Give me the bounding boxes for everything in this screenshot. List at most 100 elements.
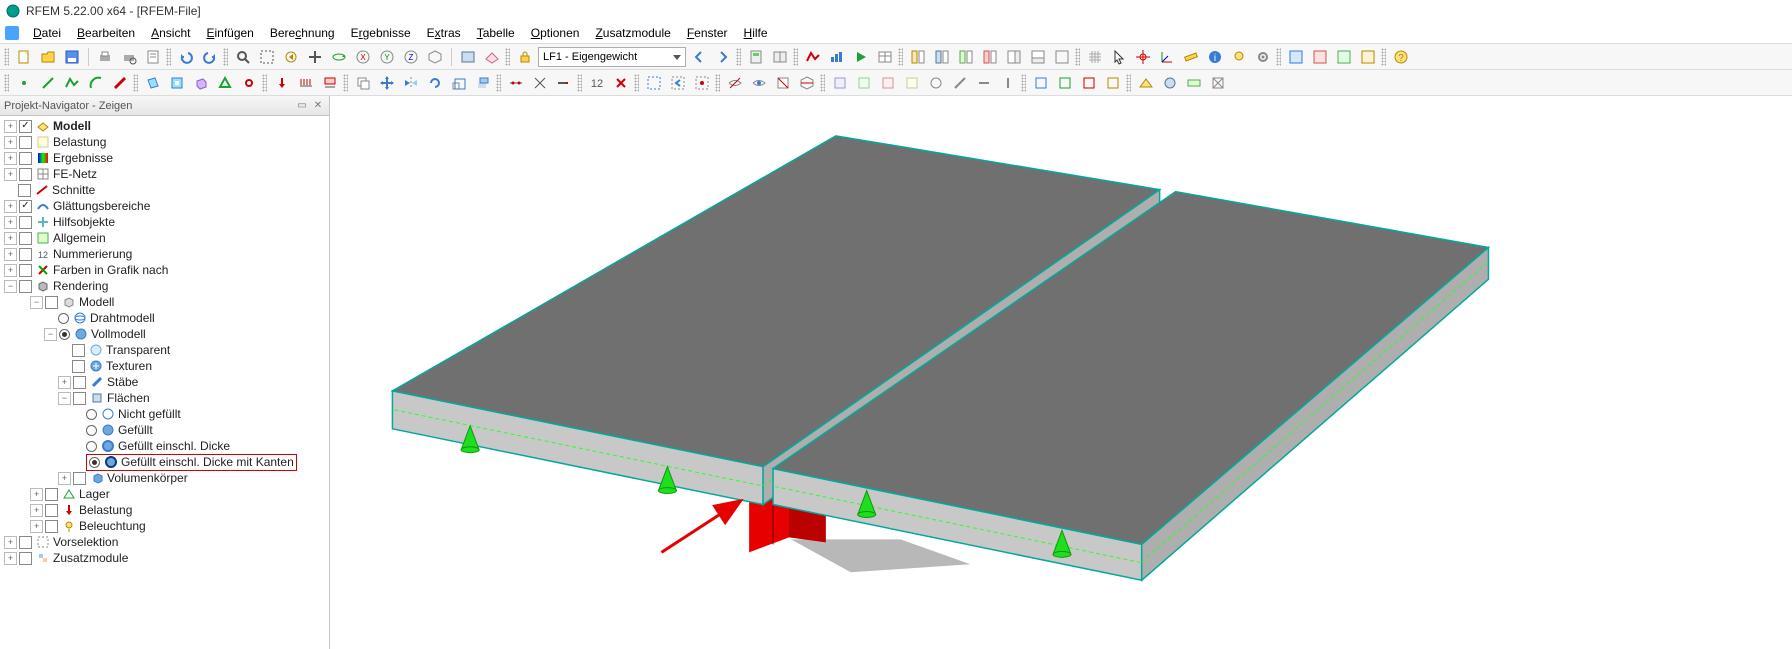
nav-results-icon[interactable] (979, 46, 1001, 68)
tree-beleuchtung[interactable]: +Beleuchtung (0, 518, 329, 534)
view-y-icon[interactable]: Y (376, 46, 398, 68)
tool-p-icon[interactable] (1207, 72, 1229, 94)
hinge-icon[interactable] (238, 72, 260, 94)
extrude-icon[interactable] (472, 72, 494, 94)
support-icon[interactable] (214, 72, 236, 94)
fullscreen-icon[interactable] (1051, 46, 1073, 68)
solid-icon[interactable] (190, 72, 212, 94)
undo-icon[interactable] (175, 46, 197, 68)
navigator-tree[interactable]: +Modell +Belastung +Ergebnisse +FE-Netz … (0, 116, 329, 649)
results-icon[interactable] (802, 46, 824, 68)
grid-icon[interactable] (1084, 46, 1106, 68)
snap-icon[interactable] (1132, 46, 1154, 68)
tree-volumenkoerper[interactable]: +Volumenkörper (0, 470, 329, 486)
light-icon[interactable] (1228, 46, 1250, 68)
tool-c-icon[interactable] (877, 72, 899, 94)
load-line-icon[interactable] (295, 72, 317, 94)
tree-rend-belastung[interactable]: +Belastung (0, 502, 329, 518)
toolbar-grip[interactable] (4, 48, 9, 66)
tree-fenetz[interactable]: +FE-Netz (0, 166, 329, 182)
tree-gefuellt-dicke-kanten[interactable]: Gefüllt einschl. Dicke mit Kanten (0, 454, 329, 470)
tree-lager[interactable]: +Lager (0, 486, 329, 502)
tool-d-icon[interactable] (901, 72, 923, 94)
mod1-icon[interactable] (1285, 46, 1307, 68)
number-icon[interactable]: 12 (586, 72, 608, 94)
report-icon[interactable] (142, 46, 164, 68)
copy-icon[interactable] (352, 72, 374, 94)
menu-datei[interactable]: Datei (26, 24, 68, 42)
surface-icon[interactable] (142, 72, 164, 94)
tree-drahtmodell[interactable]: Drahtmodell (0, 310, 329, 326)
tool-n-icon[interactable] (1159, 72, 1181, 94)
tree-zusatzmodule[interactable]: +Zusatzmodule (0, 550, 329, 566)
info-icon[interactable]: i (1204, 46, 1226, 68)
tool-a-icon[interactable] (829, 72, 851, 94)
menu-berechnung[interactable]: Berechnung (263, 24, 342, 42)
help-icon[interactable]: ? (1390, 46, 1412, 68)
app-menu-icon[interactable] (4, 25, 20, 41)
polyline-icon[interactable] (61, 72, 83, 94)
tree-transparent[interactable]: Transparent (0, 342, 329, 358)
save-view-icon[interactable] (457, 46, 479, 68)
tool-e-icon[interactable] (925, 72, 947, 94)
delete-icon[interactable] (610, 72, 632, 94)
loadcase-next-icon[interactable] (712, 46, 734, 68)
nav-views-icon[interactable] (955, 46, 977, 68)
zoom-window-icon[interactable] (256, 46, 278, 68)
menu-bearbeiten[interactable]: Bearbeiten (70, 24, 142, 42)
loadcase-select[interactable]: LF1 - Eigengewicht (538, 47, 686, 67)
tree-flaechen[interactable]: −Flächen (0, 390, 329, 406)
tool-g-icon[interactable] (973, 72, 995, 94)
sel-all-icon[interactable] (643, 72, 665, 94)
settings-icon[interactable] (1252, 46, 1274, 68)
menu-ergebnisse[interactable]: Ergebnisse (344, 24, 418, 42)
cs-icon[interactable] (1156, 46, 1178, 68)
menu-optionen[interactable]: Optionen (524, 24, 587, 42)
arc-icon[interactable] (85, 72, 107, 94)
tree-nicht-gefuellt[interactable]: Nicht gefüllt (0, 406, 329, 422)
menu-extras[interactable]: Extras (420, 24, 468, 42)
tree-gefuellt[interactable]: Gefüllt (0, 422, 329, 438)
print-preview-icon[interactable] (118, 46, 140, 68)
animation-icon[interactable] (850, 46, 872, 68)
save-icon[interactable] (61, 46, 83, 68)
print-icon[interactable] (94, 46, 116, 68)
pointer-icon[interactable] (1108, 46, 1130, 68)
tool-j-icon[interactable] (1054, 72, 1076, 94)
mirror-icon[interactable] (400, 72, 422, 94)
measure-icon[interactable] (1180, 46, 1202, 68)
tool-f-icon[interactable] (949, 72, 971, 94)
nav-data-icon[interactable] (907, 46, 929, 68)
panel-header[interactable]: Projekt-Navigator - Zeigen ▭ ✕ (0, 96, 329, 116)
pan-icon[interactable] (304, 46, 326, 68)
menu-ansicht[interactable]: Ansicht (144, 24, 197, 42)
pin-icon[interactable]: ▭ (295, 99, 309, 113)
table-icon[interactable] (874, 46, 896, 68)
tool-i-icon[interactable] (1030, 72, 1052, 94)
tree-ergebnisse[interactable]: +Ergebnisse (0, 150, 329, 166)
move-icon[interactable] (376, 72, 398, 94)
close-icon[interactable]: ✕ (311, 99, 325, 113)
tree-vollmodell[interactable]: −Vollmodell (0, 326, 329, 342)
extend-icon[interactable] (553, 72, 575, 94)
redo-icon[interactable] (199, 46, 221, 68)
mod2-icon[interactable] (1309, 46, 1331, 68)
work-plane-icon[interactable] (481, 46, 503, 68)
lock-icon[interactable] (514, 46, 536, 68)
show-icon[interactable] (748, 72, 770, 94)
load-area-icon[interactable] (319, 72, 341, 94)
sel-prev-icon[interactable] (667, 72, 689, 94)
tree-farben[interactable]: +Farben in Grafik nach (0, 262, 329, 278)
calc-all-icon[interactable] (769, 46, 791, 68)
scale-icon[interactable] (448, 72, 470, 94)
zoom-prev-icon[interactable] (280, 46, 302, 68)
tree-modell[interactable]: +Modell (0, 118, 329, 134)
open-icon[interactable] (37, 46, 59, 68)
tree-allgemein[interactable]: +Allgemein (0, 230, 329, 246)
zoom-fit-icon[interactable] (232, 46, 254, 68)
view-x-icon[interactable]: X (352, 46, 374, 68)
tree-staebe[interactable]: +Stäbe (0, 374, 329, 390)
tool-k-icon[interactable] (1078, 72, 1100, 94)
member-icon[interactable] (109, 72, 131, 94)
new-icon[interactable] (13, 46, 35, 68)
